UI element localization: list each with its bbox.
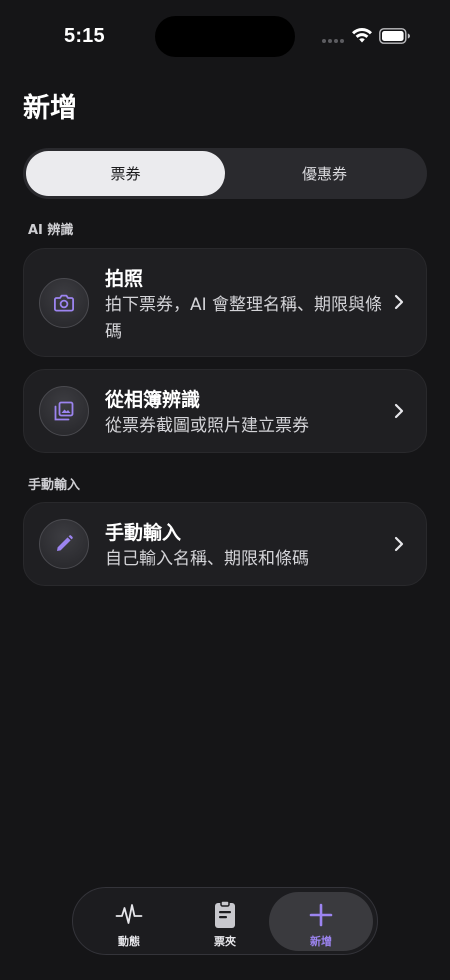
- page-title: 新增: [23, 93, 77, 124]
- activity-icon: [115, 899, 143, 931]
- manual-input-title: 手動輸入: [105, 522, 182, 544]
- tab-tickets[interactable]: 票夾: [173, 892, 277, 951]
- chevron-right-icon: [394, 536, 404, 552]
- section-label-ai: AI 辨識: [28, 223, 74, 238]
- tab-activity[interactable]: 動態: [77, 892, 181, 951]
- segment-tickets[interactable]: 票券: [26, 151, 225, 196]
- plus-icon: [309, 899, 333, 931]
- dynamic-island: [155, 16, 295, 57]
- take-photo-subtitle: 拍下票券，AI 會整理名稱、期限與條碼: [105, 295, 383, 342]
- section-label-manual: 手動輸入: [28, 478, 81, 493]
- photo-library-subtitle: 從票券截圖或照片建立票券: [105, 416, 309, 436]
- tab-add-label: 新增: [310, 935, 332, 948]
- manual-input-subtitle: 自己輸入名稱、期限和條碼: [105, 549, 309, 569]
- cellular-signal-icon: [322, 39, 344, 43]
- status-bar: 5:15: [0, 0, 450, 74]
- status-time: 5:15: [64, 25, 105, 47]
- tab-bar: 動態 票夾 新增: [72, 887, 378, 955]
- battery-icon: [379, 28, 410, 44]
- ticket-type-segmented-control: 票券 優惠券: [23, 148, 427, 199]
- manual-input-card[interactable]: 手動輸入 自己輸入名稱、期限和條碼: [23, 502, 427, 586]
- take-photo-card[interactable]: 拍照 拍下票券，AI 會整理名稱、期限與條碼: [23, 248, 427, 357]
- photo-library-icon: [39, 386, 89, 436]
- segment-coupons[interactable]: 優惠券: [225, 151, 424, 196]
- chevron-right-icon: [394, 294, 404, 310]
- photo-library-card[interactable]: 從相簿辨識 從票券截圖或照片建立票券: [23, 369, 427, 453]
- tab-add[interactable]: 新增: [269, 892, 373, 951]
- chevron-right-icon: [394, 403, 404, 419]
- tab-activity-label: 動態: [118, 935, 140, 948]
- camera-icon: [39, 278, 89, 328]
- photo-library-title: 從相簿辨識: [105, 389, 201, 411]
- ticket-folder-icon: [213, 899, 237, 931]
- pencil-icon: [39, 519, 89, 569]
- tab-tickets-label: 票夾: [214, 935, 236, 948]
- wifi-icon: [352, 27, 372, 43]
- take-photo-title: 拍照: [105, 268, 144, 290]
